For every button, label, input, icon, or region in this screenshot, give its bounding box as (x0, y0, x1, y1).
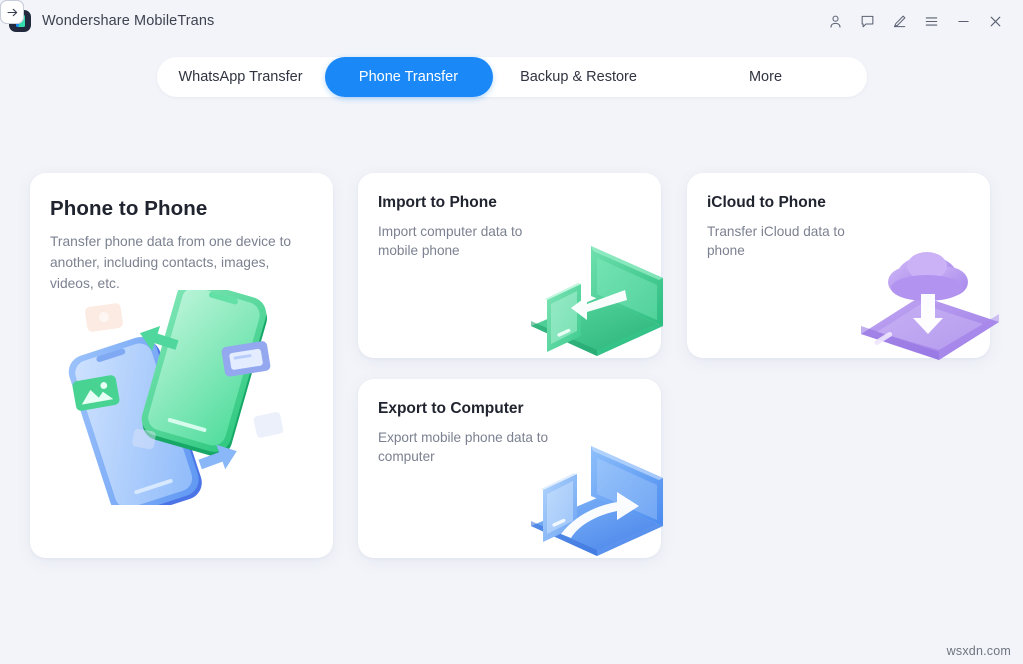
go-button-export-to-computer[interactable] (0, 0, 24, 24)
card-export-to-computer[interactable]: Export to Computer Export mobile phone d… (358, 379, 661, 558)
card-import-to-phone[interactable]: Import to Phone Import computer data to … (358, 173, 661, 358)
card-title-import-to-phone: Import to Phone (378, 194, 497, 211)
card-title-icloud-to-phone: iCloud to Phone (707, 194, 826, 211)
card-icloud-to-phone[interactable]: iCloud to Phone Transfer iCloud data to … (687, 173, 990, 358)
card-phone-to-phone[interactable]: Phone to Phone Transfer phone data from … (30, 173, 333, 558)
feature-cards-area: Phone to Phone Transfer phone data from … (0, 0, 1023, 664)
card-title-phone-to-phone: Phone to Phone (50, 197, 208, 220)
card-description-phone-to-phone: Transfer phone data from one device to a… (50, 234, 292, 291)
card-title-export-to-computer: Export to Computer (378, 400, 524, 417)
arrow-right-icon (6, 8, 17, 16)
watermark: wsxdn.com (946, 644, 1011, 658)
card-description-export-to-computer: Export mobile phone data to computer (378, 430, 549, 464)
card-description-import-to-phone: Import computer data to mobile phone (378, 224, 523, 258)
card-description-icloud-to-phone: Transfer iCloud data to phone (707, 224, 845, 258)
